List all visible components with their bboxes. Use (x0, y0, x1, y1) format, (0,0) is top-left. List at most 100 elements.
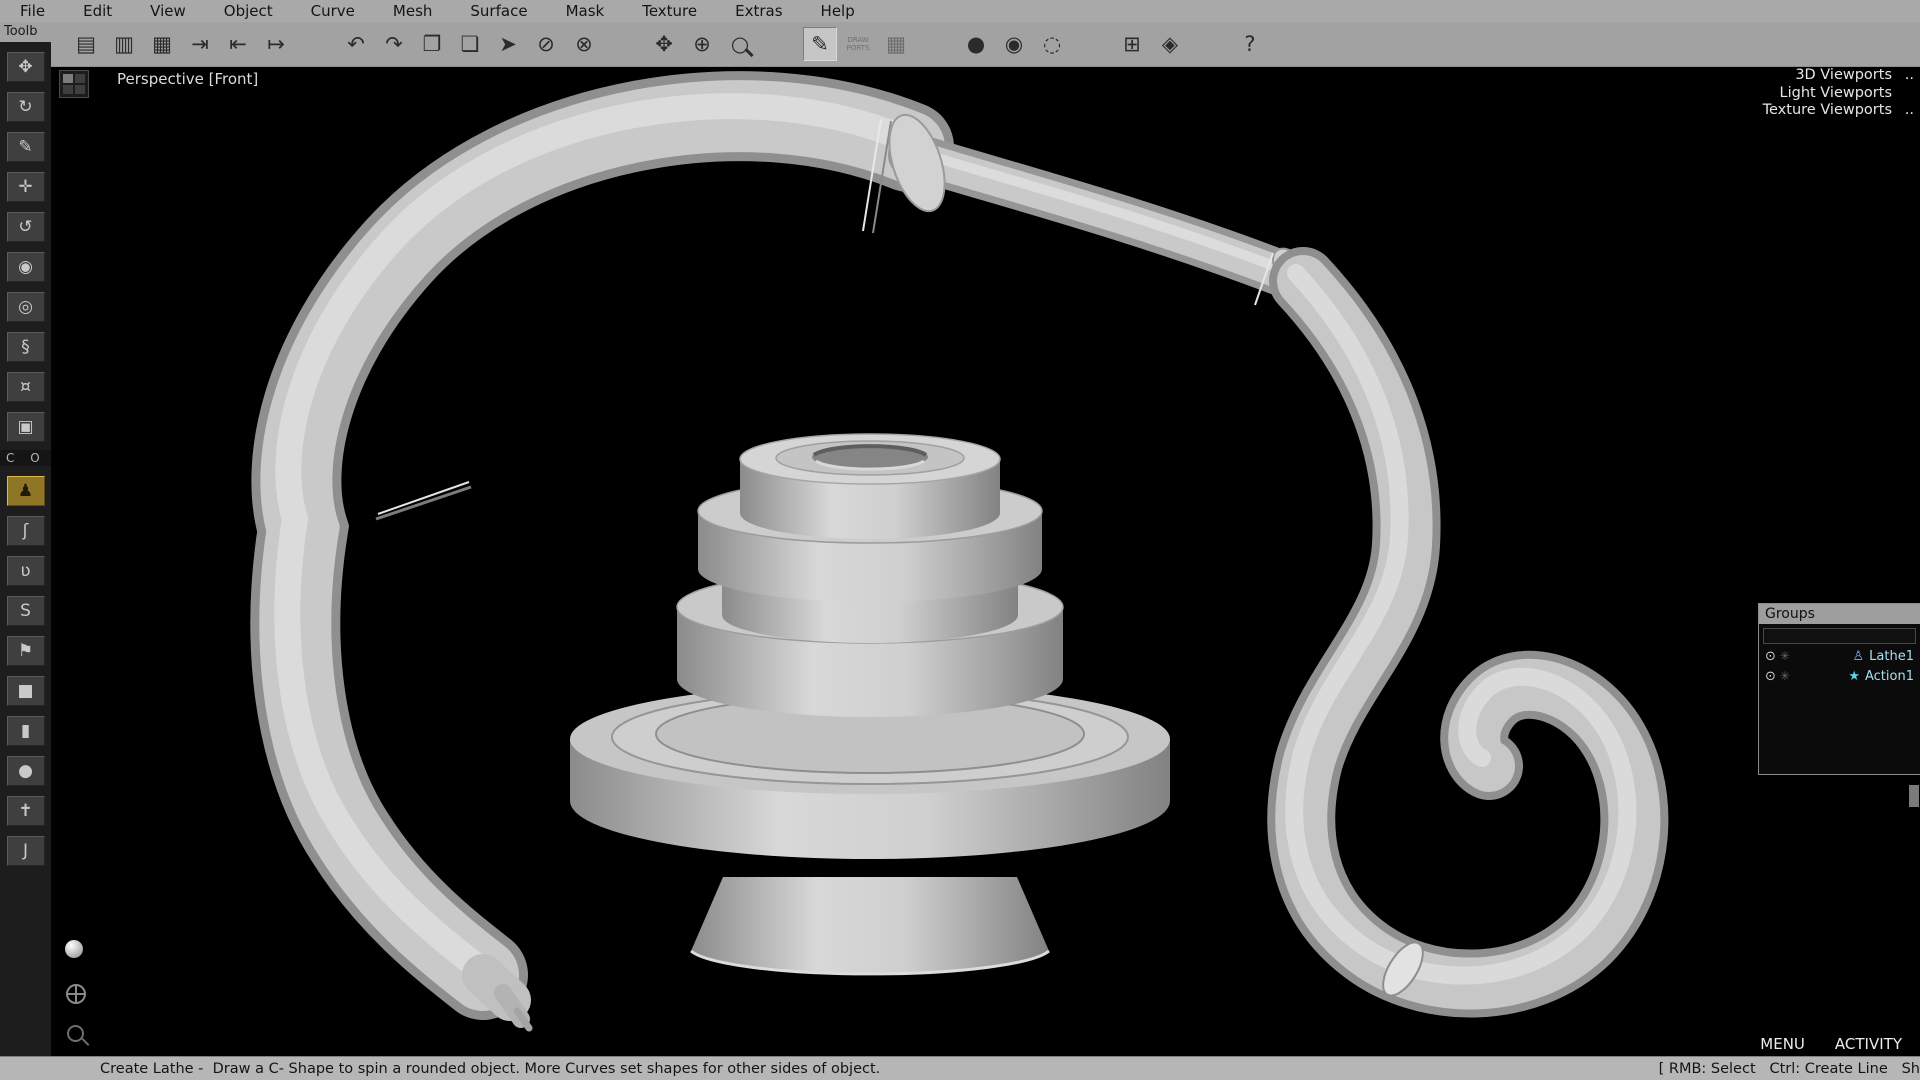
wire-sphere-icon[interactable]: ◌ (1035, 27, 1069, 61)
create-objects-section-label: C O (0, 450, 51, 466)
toolbar-group-draw: ✎DRAW PORTS▦ (803, 27, 913, 61)
toolbar-group-viewport-layout: ⊞◈ (1115, 27, 1187, 61)
lathe-object-icon: ♙ (1853, 649, 1865, 664)
grid-snap-icon[interactable]: ▦ (879, 27, 913, 61)
menu-object[interactable]: Object (224, 0, 273, 22)
freeze-icon[interactable]: ✳ (1780, 669, 1790, 683)
activity-button[interactable]: ACTIVITY (1835, 1035, 1902, 1053)
move-object-tool[interactable]: ✛ (7, 172, 45, 202)
export-icon[interactable]: ⇥ (183, 27, 217, 61)
menu-surface[interactable]: Surface (470, 0, 527, 22)
smooth-tool[interactable]: ◉ (7, 252, 45, 282)
menu-curve[interactable]: Curve (311, 0, 355, 22)
link-3d-viewports[interactable]: 3D Viewports.. (1734, 67, 1914, 85)
select-area-tool[interactable]: ▣ (7, 412, 45, 442)
menu-button[interactable]: MENU (1760, 1035, 1805, 1053)
help-icon[interactable]: ? (1233, 27, 1267, 61)
toolbar-group-help: ? (1233, 27, 1267, 61)
menu-extras[interactable]: Extras (735, 0, 782, 22)
menu-bar: File Edit View Object Curve Mesh Surface… (0, 0, 1920, 22)
viewport-footer-menu: MENU ACTIVITY (1760, 1035, 1902, 1053)
cylinder-tool[interactable]: ▮ (7, 716, 45, 746)
curve-tool[interactable]: ʃ (7, 516, 45, 546)
group-item-label[interactable]: Lathe1 (1869, 649, 1914, 664)
shaded-wire-sphere-icon[interactable]: ◉ (997, 27, 1031, 61)
ladle-tool[interactable]: ʋ (7, 556, 45, 586)
link-light-viewports[interactable]: Light Viewports (1734, 85, 1914, 103)
quad-view-icon[interactable]: ⊞ (1115, 27, 1149, 61)
action-object-icon: ★ (1848, 669, 1860, 684)
ellipsis (1898, 85, 1914, 103)
main-toolbar: ▤▥▦⇥⇤↦↶↷❐❏➤⊘⊗✥⊕○✎DRAW PORTS▦●◉◌⊞◈? (51, 22, 1920, 67)
group-row-action1[interactable]: ⊙ ✳ ★ Action1 (1759, 666, 1920, 686)
move-view-icon[interactable]: ⊕ (685, 27, 719, 61)
menu-file[interactable]: File (20, 0, 45, 22)
3d-viewport[interactable]: Perspective [Front] 3D Viewports.. Light… (51, 67, 1920, 1056)
toolbox-header: Toolb (0, 22, 51, 42)
spring-tool[interactable]: § (7, 332, 45, 362)
cube-tool[interactable]: ■ (7, 676, 45, 706)
move-tool[interactable]: ✥ (7, 52, 45, 82)
sphere-tool[interactable]: ● (7, 756, 45, 786)
single-view-icon[interactable]: ◈ (1153, 27, 1187, 61)
cross-tool[interactable]: ✝ (7, 796, 45, 826)
ellipsis: .. (1898, 67, 1914, 85)
flatten-tool[interactable]: ◎ (7, 292, 45, 322)
pen-pressure-icon[interactable]: ✎ (803, 27, 837, 61)
status-hint-text: Create Lathe - Draw a C- Shape to spin a… (0, 1061, 1659, 1077)
scrollbar-handle[interactable] (1909, 785, 1919, 807)
menu-edit[interactable]: Edit (83, 0, 112, 22)
groups-panel-toolbar (1763, 628, 1916, 644)
freeze-icon[interactable]: ✳ (1780, 649, 1790, 663)
deselect-icon[interactable]: ⊘ (529, 27, 563, 61)
menu-help[interactable]: Help (821, 0, 855, 22)
pivot-tool[interactable]: ¤ (7, 372, 45, 402)
copy-icon[interactable]: ❐ (415, 27, 449, 61)
groups-list: ⊙ ✳ ♙ Lathe1 ⊙ ✳ ★ Action1 (1759, 646, 1920, 774)
hook-tool[interactable]: J (7, 836, 45, 866)
menu-view[interactable]: View (150, 0, 186, 22)
menu-texture[interactable]: Texture (642, 0, 697, 22)
zoom-icon[interactable]: ○ (723, 27, 757, 61)
save-icon[interactable]: ▥ (107, 27, 141, 61)
lathe-tool[interactable]: ♟ (7, 476, 45, 506)
tube-right-curl (1294, 273, 1634, 1002)
draw-ports-icon[interactable]: DRAW PORTS (841, 27, 875, 61)
redo-icon[interactable]: ↷ (377, 27, 411, 61)
shading-preview-sphere-icon[interactable] (65, 940, 83, 958)
viewport-layout-icon[interactable] (59, 70, 89, 98)
draw-tool[interactable]: ✎ (7, 132, 45, 162)
undo-icon[interactable]: ↶ (339, 27, 373, 61)
link-texture-viewports[interactable]: Texture Viewports.. (1734, 102, 1914, 120)
import-icon[interactable]: ⇤ (221, 27, 255, 61)
ellipsis: .. (1898, 102, 1914, 120)
viewport-title: Perspective [Front] (117, 70, 258, 88)
toolbar-group-shading: ●◉◌ (959, 27, 1069, 61)
lathe-object (570, 434, 1170, 974)
rotate-object-tool[interactable]: ↺ (7, 212, 45, 242)
cancel-icon[interactable]: ⊗ (567, 27, 601, 61)
rotate-tool[interactable]: ↻ (7, 92, 45, 122)
save-increment-icon[interactable]: ▦ (145, 27, 179, 61)
groups-panel-title[interactable]: Groups (1759, 604, 1920, 624)
pan-icon[interactable]: ✥ (647, 27, 681, 61)
s-curve-tool[interactable]: S (7, 596, 45, 626)
tool-sidebar: Toolb ✥ ↻ ✎ ✛ ↺ ◉ ◎ § ¤ ▣ C O ♟ ʃʋS ⚑ ■ ▮ ● ✝ J (0, 22, 51, 1056)
status-shortcuts-text: [ RMB: Select Ctrl: Create Line Sh (1659, 1061, 1920, 1077)
visibility-icon[interactable]: ⊙ (1765, 669, 1776, 684)
group-row-lathe1[interactable]: ⊙ ✳ ♙ Lathe1 (1759, 646, 1920, 666)
viewport-mode-links: 3D Viewports.. Light Viewports Texture V… (1734, 67, 1914, 120)
orbit-globe-icon[interactable] (66, 984, 86, 1004)
zoom-widget-icon[interactable] (67, 1025, 84, 1042)
group-item-label[interactable]: Action1 (1865, 669, 1914, 684)
visibility-icon[interactable]: ⊙ (1765, 649, 1776, 664)
flag-tool[interactable]: ⚑ (7, 636, 45, 666)
menu-mask[interactable]: Mask (566, 0, 605, 22)
shaded-sphere-icon[interactable]: ● (959, 27, 993, 61)
select-icon[interactable]: ➤ (491, 27, 525, 61)
paste-icon[interactable]: ❏ (453, 27, 487, 61)
menu-mesh[interactable]: Mesh (393, 0, 433, 22)
open-icon[interactable]: ▤ (69, 27, 103, 61)
export-doc-icon[interactable]: ↦ (259, 27, 293, 61)
groups-panel: Groups ⊙ ✳ ♙ Lathe1 ⊙ ✳ ★ Action1 (1758, 603, 1920, 775)
